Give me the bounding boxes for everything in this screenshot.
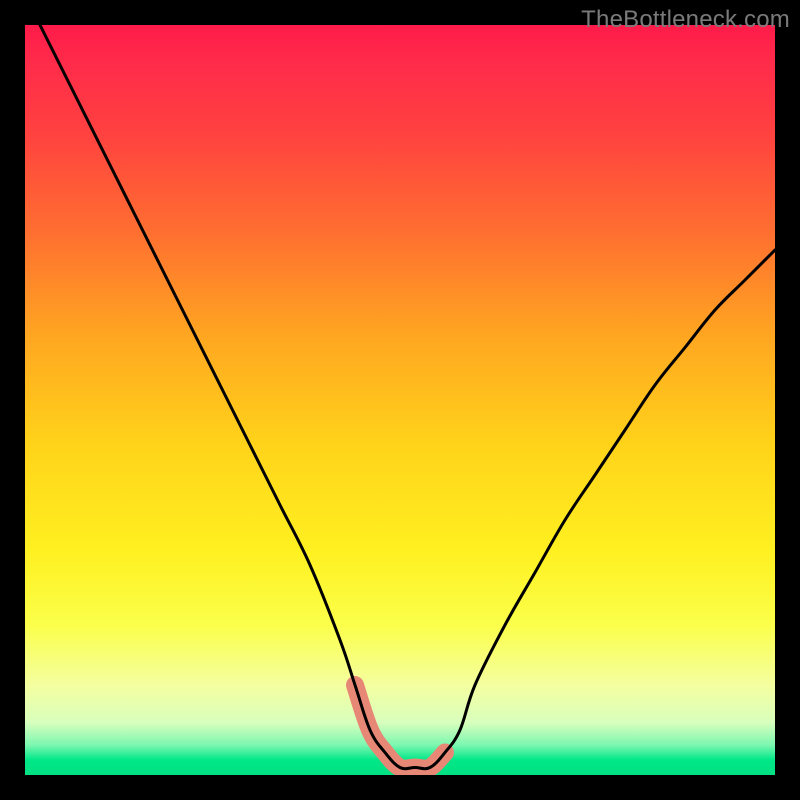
watermark-text: TheBottleneck.com — [581, 6, 790, 34]
chart-frame: TheBottleneck.com — [0, 0, 800, 800]
chart-svg — [25, 25, 775, 775]
chart-plot-area — [25, 25, 775, 775]
bottleneck-curve — [40, 25, 775, 769]
